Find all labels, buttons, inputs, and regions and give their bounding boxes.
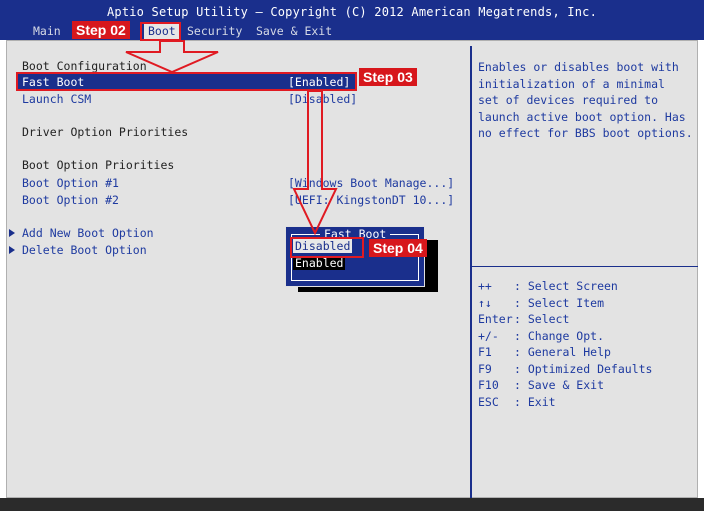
key-row: F9 : Optimized Defaults [478,361,652,378]
key-name: ↑↓ [478,295,492,310]
key-row: F1 : General Help [478,344,652,361]
section-driver-option-priorities: Driver Option Priorities [22,125,189,139]
key-row: ESC : Exit [478,394,652,411]
launch-csm-label[interactable]: Launch CSM [22,92,91,106]
tab-save-exit[interactable]: Save & Exit [256,24,332,39]
add-new-boot-option[interactable]: Add New Boot Option [22,226,154,240]
key-desc: : Select [514,312,570,326]
key-legend: ++ : Select Screen ↑↓ : Select Item Enter:… [478,278,652,410]
submenu-arrow-icon [9,229,15,237]
submenu-arrow-icon [9,246,15,254]
step-04-label: Step 04 [369,239,427,257]
step-02-label: Step 02 [72,21,130,39]
step-03-label: Step 03 [359,68,417,86]
key-desc: : General Help [514,345,611,359]
utility-title: Aptio Setup Utility – Copyright (C) 2012… [106,5,598,19]
panel-divider [470,46,472,498]
key-name: ESC [478,394,499,409]
bios-screen: Aptio Setup Utility – Copyright (C) 2012… [0,0,704,511]
key-desc: : Select Item [514,295,605,310]
key-desc: : Exit [514,394,556,409]
key-name: F1 [478,345,492,359]
key-name: F9 [478,361,492,376]
footer-bar [0,498,704,511]
help-divider [472,266,698,267]
key-row: F10 : Save & Exit [478,377,652,394]
step-03-arrow-icon [292,90,338,236]
step-02-arrow-icon [125,40,219,74]
key-name: +/- [478,328,499,343]
boot-option-2-label[interactable]: Boot Option #2 [22,193,119,207]
tab-main[interactable]: Main [33,24,61,39]
disabled-option-highlight-box [290,237,364,258]
key-row: ↑↓ : Select Item [478,295,652,312]
key-desc: : Change Opt. [514,328,605,343]
boot-option-1-label[interactable]: Boot Option #1 [22,176,119,190]
key-desc: : Save & Exit [514,378,605,392]
key-desc: : Select Screen [514,279,618,293]
popup-option-enabled[interactable]: Enabled [293,256,346,270]
section-boot-option-priorities: Boot Option Priorities [22,158,175,172]
key-row: ++ : Select Screen [478,278,652,295]
key-desc: : Optimized Defaults [514,361,653,376]
delete-boot-option[interactable]: Delete Boot Option [22,243,147,257]
help-description: Enables or disables boot with initializa… [478,60,693,140]
tab-security[interactable]: Security [187,24,242,39]
key-name: ++ [478,279,492,293]
step-02-highlight-box [140,22,181,41]
key-row: +/- : Change Opt. [478,328,652,345]
key-row: Enter: Select [478,311,652,328]
key-name: F10 [478,378,499,392]
key-name: Enter [478,312,513,326]
